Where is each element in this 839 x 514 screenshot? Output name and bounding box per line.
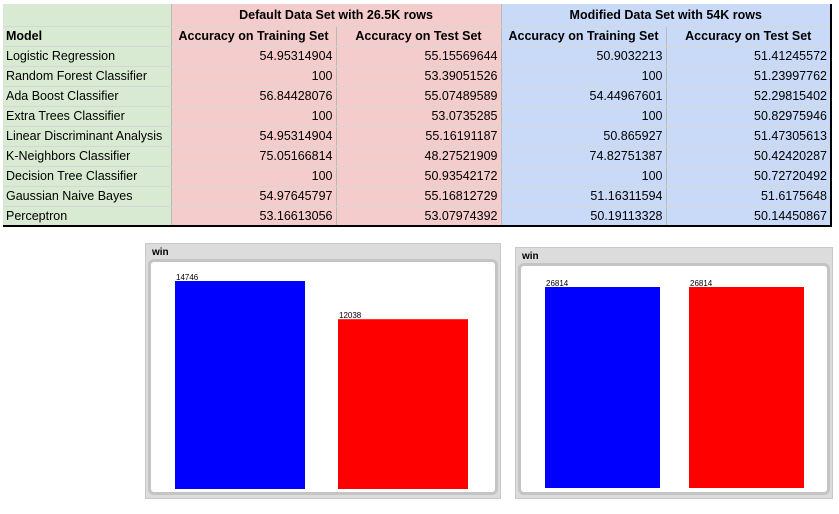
modified-test-cell: 51.6175648: [666, 186, 832, 207]
default-test-cell: 55.16812729: [336, 186, 502, 207]
default-train-cell: 54.95314904: [171, 46, 337, 67]
column-header-row: Model Accuracy on Training Set Accuracy …: [3, 26, 832, 47]
modified-test-cell: 52.29815402: [666, 86, 832, 107]
modified-train-cell: 100: [501, 66, 667, 87]
default-train-cell: 100: [171, 166, 337, 187]
chart-window-default: win 14746 12038: [145, 243, 501, 499]
table-row: Linear Discriminant Analysis 54.95314904 5…: [3, 126, 832, 147]
results-table: Default Data Set with 26.5K rows Modifie…: [3, 4, 832, 227]
bar-chart-default: 14746 12038: [175, 273, 468, 489]
model-cell: Extra Trees Classifier: [3, 106, 172, 127]
default-train-cell: 56.84428076: [171, 86, 337, 107]
bar: [175, 281, 305, 489]
modified-test-cell: 50.72720492: [666, 166, 832, 187]
bar-value-label: 26814: [690, 279, 713, 288]
chart-window-modified: win 26814 26814: [515, 247, 833, 499]
modified-test-column-header: Accuracy on Test Set: [666, 26, 832, 47]
table-row: Logistic Regression 54.95314904 55.1556964…: [3, 46, 832, 67]
model-cell: Ada Boost Classifier: [3, 86, 172, 107]
default-train-cell: 75.05166814: [171, 146, 337, 167]
modified-dataset-header: Modified Data Set with 54K rows: [501, 4, 832, 27]
header-blank-cell: [3, 4, 172, 27]
default-test-cell: 55.07489589: [336, 86, 502, 107]
table-row: Decision Tree Classifier 100 50.93542172 10…: [3, 166, 832, 187]
default-test-cell: 53.07974392: [336, 206, 502, 227]
default-test-cell: 53.0735285: [336, 106, 502, 127]
group-header-row: Default Data Set with 26.5K rows Modifie…: [3, 4, 832, 27]
bar: [689, 287, 804, 488]
modified-test-cell: 50.82975946: [666, 106, 832, 127]
modified-train-cell: 54.44967601: [501, 86, 667, 107]
modified-train-cell: 74.82751387: [501, 146, 667, 167]
default-test-column-header: Accuracy on Test Set: [336, 26, 502, 47]
default-test-cell: 55.15569644: [336, 46, 502, 67]
default-test-cell: 55.16191187: [336, 126, 502, 147]
model-cell: Perceptron: [3, 206, 172, 227]
model-cell: Random Forest Classifier: [3, 66, 172, 87]
modified-train-cell: 51.16311594: [501, 186, 667, 207]
bar-value-label: 14746: [176, 273, 199, 282]
model-cell: K-Neighbors Classifier: [3, 146, 172, 167]
default-train-cell: 100: [171, 106, 337, 127]
bar-value-label: 12038: [339, 311, 362, 320]
modified-train-cell: 100: [501, 166, 667, 187]
default-test-cell: 53.39051526: [336, 66, 502, 87]
model-cell: Gaussian Naive Bayes: [3, 186, 172, 207]
modified-test-cell: 50.42420287: [666, 146, 832, 167]
modified-train-cell: 100: [501, 106, 667, 127]
bar-chart-modified: 26814 26814: [545, 279, 804, 488]
model-cell: Logistic Regression: [3, 46, 172, 67]
table-row: Perceptron 53.16613056 53.07974392 50.19113…: [3, 206, 832, 227]
model-cell: Linear Discriminant Analysis: [3, 126, 172, 147]
model-cell: Decision Tree Classifier: [3, 166, 172, 187]
modified-test-cell: 50.14450867: [666, 206, 832, 227]
modified-train-cell: 50.865927: [501, 126, 667, 147]
default-dataset-header: Default Data Set with 26.5K rows: [171, 4, 502, 27]
default-test-cell: 48.27521909: [336, 146, 502, 167]
bar: [545, 287, 660, 488]
modified-train-column-header: Accuracy on Training Set: [501, 26, 667, 47]
modified-train-cell: 50.9032213: [501, 46, 667, 67]
modified-test-cell: 51.23997762: [666, 66, 832, 87]
default-train-cell: 53.16613056: [171, 206, 337, 227]
table-row: K-Neighbors Classifier 75.05166814 48.2752…: [3, 146, 832, 167]
default-train-cell: 54.95314904: [171, 126, 337, 147]
table-row: Random Forest Classifier 100 53.39051526 10…: [3, 66, 832, 87]
default-train-cell: 100: [171, 66, 337, 87]
modified-test-cell: 51.47305613: [666, 126, 832, 147]
modified-train-cell: 50.19113328: [501, 206, 667, 227]
default-test-cell: 50.93542172: [336, 166, 502, 187]
table-row: Ada Boost Classifier 56.84428076 55.074895…: [3, 86, 832, 107]
bar-value-label: 26814: [546, 279, 569, 288]
bar: [338, 319, 468, 489]
modified-test-cell: 51.41245572: [666, 46, 832, 67]
table-row: Extra Trees Classifier 100 53.0735285 100 50…: [3, 106, 832, 127]
default-train-column-header: Accuracy on Training Set: [171, 26, 337, 47]
default-train-cell: 54.97645797: [171, 186, 337, 207]
table-row: Gaussian Naive Bayes 54.97645797 55.168127…: [3, 186, 832, 207]
model-column-header: Model: [3, 26, 172, 47]
